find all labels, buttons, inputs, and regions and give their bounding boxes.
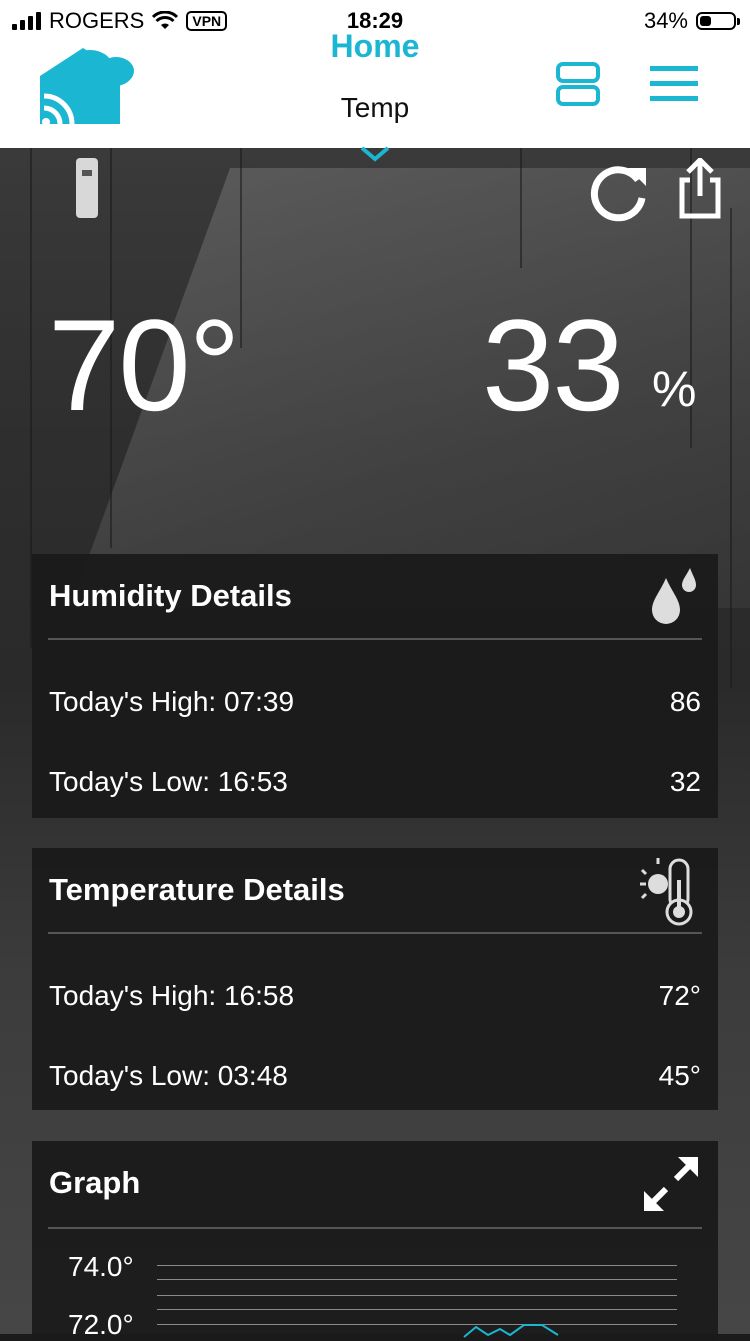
divider [48, 1227, 702, 1229]
graph-gridline [157, 1279, 677, 1280]
graph-y-label: 72.0° [68, 1309, 134, 1340]
current-humidity: 33 [482, 292, 625, 438]
graph-title: Graph [49, 1165, 141, 1200]
expand-icon[interactable] [642, 1155, 700, 1213]
temperature-low-value: 45° [658, 1060, 701, 1091]
graph-card: Graph 74.0° 72.0° [32, 1141, 718, 1341]
graph-gridline [157, 1309, 677, 1310]
water-drops-icon [652, 568, 696, 624]
temperature-low-row: Today's Low: 03:48 45° [49, 1060, 701, 1092]
sensor-device-icon[interactable] [76, 158, 98, 218]
humidity-unit: % [652, 361, 697, 417]
humidity-details-title: Humidity Details [49, 578, 292, 613]
graph-gridline [157, 1324, 677, 1325]
current-temperature: 70° [48, 292, 241, 438]
sun-thermometer-icon [640, 858, 693, 926]
humidity-high-label: Today's High: 07:39 [49, 686, 295, 717]
chevron-down-icon[interactable] [360, 146, 390, 162]
humidity-low-value: 32 [669, 766, 701, 797]
temperature-high-row: Today's High: 16:58 72° [49, 980, 701, 1012]
divider [48, 638, 702, 640]
graph-y-label: 74.0° [68, 1251, 134, 1282]
temperature-low-label: Today's Low: 03:48 [49, 1060, 288, 1091]
graph-series-line [463, 1324, 559, 1338]
divider [48, 932, 702, 934]
temperature-high-value: 72° [658, 980, 701, 1011]
humidity-low-label: Today's Low: 16:53 [49, 766, 288, 797]
graph-gridline [157, 1265, 677, 1266]
humidity-details-card: Humidity Details Today's High: 07:39 86 … [32, 554, 718, 818]
refresh-icon[interactable] [588, 162, 650, 224]
humidity-high-value: 86 [669, 686, 701, 717]
graph-gridline [157, 1295, 677, 1296]
page-subtitle[interactable]: Temp [0, 92, 750, 124]
humidity-high-row: Today's High: 07:39 86 [49, 686, 701, 718]
page-title[interactable]: Home [0, 28, 750, 65]
humidity-low-row: Today's Low: 16:53 32 [49, 766, 701, 798]
share-icon[interactable] [676, 158, 724, 220]
layout-toggle-icon[interactable] [556, 62, 600, 106]
app-header: Home Temp [0, 28, 750, 148]
temperature-details-card: Temperature Details Today's High: 16:58 … [32, 848, 718, 1110]
temperature-details-title: Temperature Details [49, 872, 345, 907]
temperature-high-label: Today's High: 16:58 [49, 980, 295, 1011]
hamburger-menu-icon[interactable] [650, 64, 698, 104]
